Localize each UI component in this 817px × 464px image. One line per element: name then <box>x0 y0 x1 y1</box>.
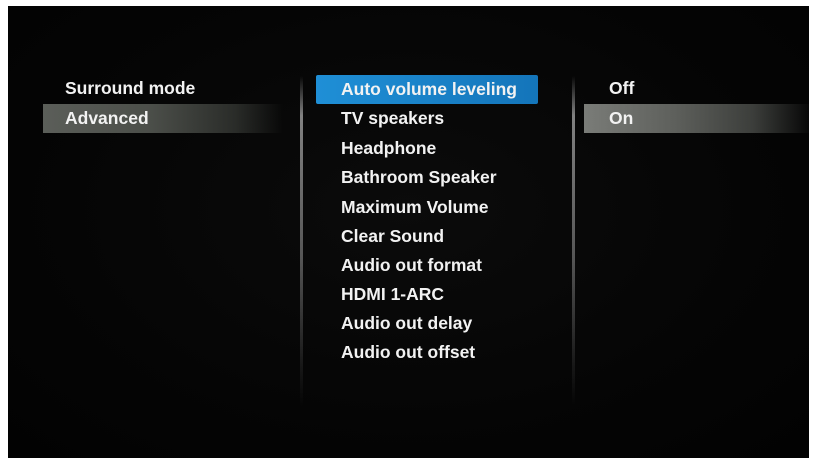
menu-item-label: Clear Sound <box>341 226 445 246</box>
menu-item-advanced[interactable]: Advanced <box>43 104 283 133</box>
menu-item-label: TV speakers <box>341 108 445 128</box>
menu-item-audio-out-delay[interactable]: Audio out delay <box>316 309 538 338</box>
option-label: On <box>609 108 634 128</box>
menu-item-clear-sound[interactable]: Clear Sound <box>316 222 538 251</box>
menu-item-label: HDMI 1-ARC <box>341 284 445 304</box>
menu-item-tv-speakers[interactable]: TV speakers <box>316 104 538 133</box>
option-off[interactable]: Off <box>584 74 809 103</box>
menu-item-label: Headphone <box>341 138 437 158</box>
menu-item-label: Maximum Volume <box>341 197 489 217</box>
menu-item-headphone[interactable]: Headphone <box>316 134 538 163</box>
menu-item-hdmi-1-arc[interactable]: HDMI 1-ARC <box>316 280 538 309</box>
menu-item-label: Bathroom Speaker <box>341 167 497 187</box>
menu-item-auto-volume-leveling[interactable]: Auto volume leveling <box>316 75 538 104</box>
menu-item-label: Surround mode <box>65 78 196 98</box>
option-label: Off <box>609 78 635 98</box>
column-divider <box>572 76 575 406</box>
menu-item-audio-out-format[interactable]: Audio out format <box>316 251 538 280</box>
menu-item-label: Auto volume leveling <box>341 79 517 99</box>
column-divider <box>300 76 303 406</box>
tv-screen: Surround mode Advanced Auto volume level… <box>8 6 809 458</box>
menu-item-label: Audio out delay <box>341 313 473 333</box>
menu-item-maximum-volume[interactable]: Maximum Volume <box>316 193 538 222</box>
menu-item-label: Advanced <box>65 108 149 128</box>
menu-item-audio-out-offset[interactable]: Audio out offset <box>316 338 538 367</box>
option-on[interactable]: On <box>584 104 809 133</box>
menu-item-bathroom-speaker[interactable]: Bathroom Speaker <box>316 163 538 192</box>
menu-item-surround-mode[interactable]: Surround mode <box>43 74 283 103</box>
menu-item-label: Audio out offset <box>341 342 476 362</box>
menu-item-label: Audio out format <box>341 255 482 275</box>
